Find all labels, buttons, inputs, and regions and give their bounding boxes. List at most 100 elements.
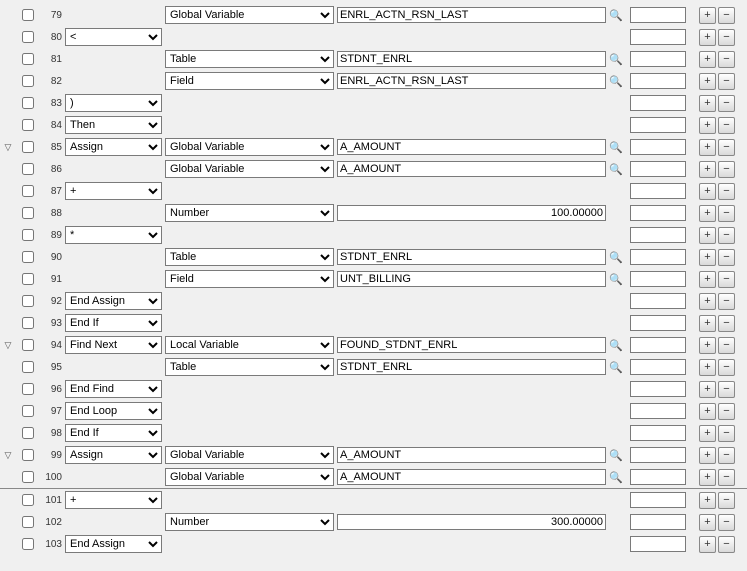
extra-input[interactable] [630,161,686,177]
add-row-button[interactable]: + [699,425,716,442]
add-row-button[interactable]: + [699,183,716,200]
lookup-cell[interactable]: 🔍 [609,449,623,462]
row-checkbox[interactable] [22,75,34,87]
delete-row-button[interactable]: − [718,7,735,24]
extra-input[interactable] [630,403,686,419]
add-row-button[interactable]: + [699,359,716,376]
row-checkbox[interactable] [22,273,34,285]
add-row-button[interactable]: + [699,29,716,46]
add-row-button[interactable]: + [699,161,716,178]
type-select[interactable]: Global Variable [165,160,334,178]
keyword-select[interactable]: < [65,28,162,46]
value-input[interactable] [337,337,606,353]
extra-input[interactable] [630,514,686,530]
extra-input[interactable] [630,7,686,23]
keyword-select[interactable]: + [65,182,162,200]
row-checkbox[interactable] [22,516,34,528]
delete-row-button[interactable]: − [718,337,735,354]
search-icon[interactable]: 🔍 [609,274,623,286]
delete-row-button[interactable]: − [718,381,735,398]
row-checkbox[interactable] [22,53,34,65]
type-select[interactable]: Table [165,248,334,266]
type-select[interactable]: Table [165,358,334,376]
row-checkbox[interactable] [22,185,34,197]
keyword-select[interactable]: Assign [65,138,162,156]
add-row-button[interactable]: + [699,381,716,398]
search-icon[interactable]: 🔍 [609,450,623,462]
keyword-select[interactable]: Find Next [65,336,162,354]
lookup-cell[interactable]: 🔍 [609,339,623,352]
type-select[interactable]: Global Variable [165,138,334,156]
extra-input[interactable] [630,205,686,221]
type-select[interactable]: Local Variable [165,336,334,354]
lookup-cell[interactable]: 🔍 [609,141,623,154]
row-checkbox[interactable] [22,163,34,175]
type-select[interactable]: Field [165,270,334,288]
value-input[interactable] [337,514,606,530]
keyword-select[interactable]: End Loop [65,402,162,420]
row-checkbox[interactable] [22,251,34,263]
add-row-button[interactable]: + [699,337,716,354]
add-row-button[interactable]: + [699,95,716,112]
row-checkbox[interactable] [22,295,34,307]
delete-row-button[interactable]: − [718,447,735,464]
extra-input[interactable] [630,293,686,309]
row-checkbox[interactable] [22,471,34,483]
extra-input[interactable] [630,51,686,67]
extra-input[interactable] [630,139,686,155]
keyword-select[interactable]: End If [65,424,162,442]
add-row-button[interactable]: + [699,205,716,222]
row-checkbox[interactable] [22,405,34,417]
delete-row-button[interactable]: − [718,139,735,156]
add-row-button[interactable]: + [699,249,716,266]
row-checkbox[interactable] [22,119,34,131]
add-row-button[interactable]: + [699,271,716,288]
value-input[interactable] [337,359,606,375]
value-input[interactable] [337,447,606,463]
delete-row-button[interactable]: − [718,161,735,178]
search-icon[interactable]: 🔍 [609,252,623,264]
expand-icon[interactable]: ▽ [5,143,12,152]
row-checkbox[interactable] [22,31,34,43]
delete-row-button[interactable]: − [718,227,735,244]
row-checkbox[interactable] [22,538,34,550]
value-input[interactable] [337,249,606,265]
keyword-select[interactable]: ) [65,94,162,112]
extra-input[interactable] [630,469,686,485]
extra-input[interactable] [630,95,686,111]
delete-row-button[interactable]: − [718,249,735,266]
extra-input[interactable] [630,73,686,89]
row-checkbox[interactable] [22,383,34,395]
delete-row-button[interactable]: − [718,536,735,553]
keyword-select[interactable]: + [65,491,162,509]
extra-input[interactable] [630,183,686,199]
delete-row-button[interactable]: − [718,183,735,200]
delete-row-button[interactable]: − [718,469,735,486]
add-row-button[interactable]: + [699,447,716,464]
extra-input[interactable] [630,29,686,45]
extra-input[interactable] [630,337,686,353]
type-select[interactable]: Number [165,513,334,531]
delete-row-button[interactable]: − [718,73,735,90]
type-select[interactable]: Global Variable [165,468,334,486]
type-select[interactable]: Global Variable [165,446,334,464]
add-row-button[interactable]: + [699,117,716,134]
delete-row-button[interactable]: − [718,492,735,509]
type-select[interactable]: Global Variable [165,6,334,24]
expand-icon[interactable]: ▽ [5,451,12,460]
search-icon[interactable]: 🔍 [609,472,623,484]
add-row-button[interactable]: + [699,403,716,420]
row-checkbox[interactable] [22,141,34,153]
row-checkbox[interactable] [22,339,34,351]
lookup-cell[interactable]: 🔍 [609,53,623,66]
expand-icon[interactable]: ▽ [5,341,12,350]
keyword-select[interactable]: End Find [65,380,162,398]
search-icon[interactable]: 🔍 [609,142,623,154]
add-row-button[interactable]: + [699,227,716,244]
type-select[interactable]: Table [165,50,334,68]
delete-row-button[interactable]: − [718,359,735,376]
delete-row-button[interactable]: − [718,403,735,420]
lookup-cell[interactable]: 🔍 [609,273,623,286]
add-row-button[interactable]: + [699,514,716,531]
row-checkbox[interactable] [22,494,34,506]
